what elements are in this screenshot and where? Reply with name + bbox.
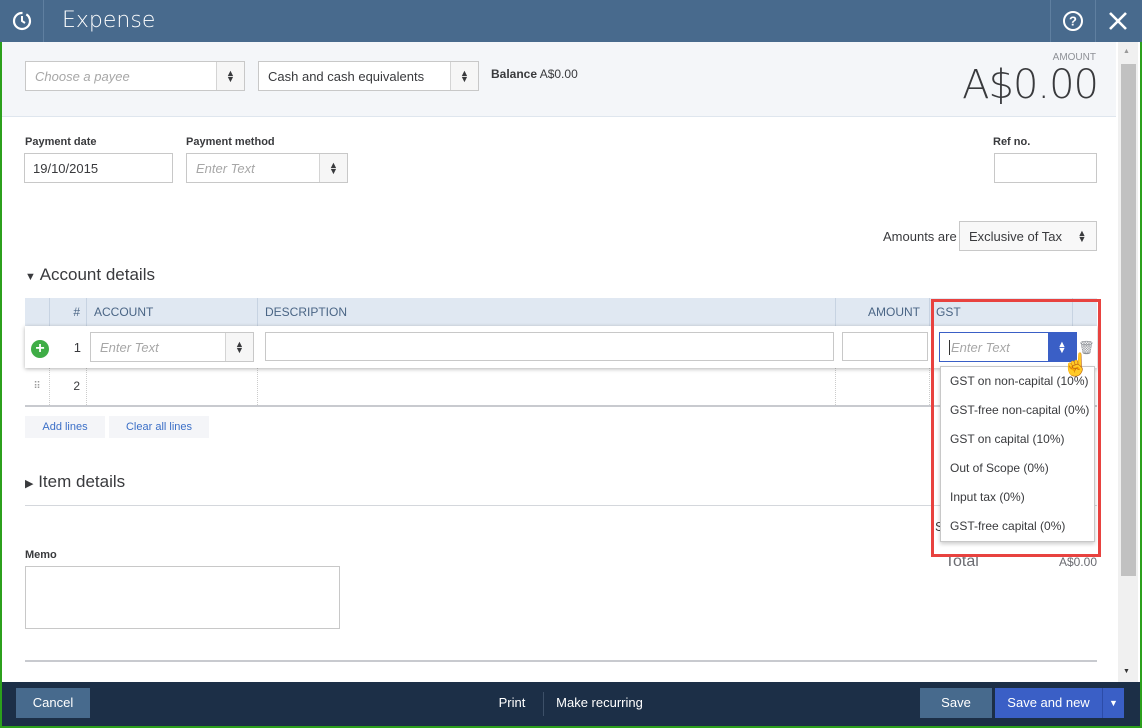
payment-date-value: 19/10/2015 [33,160,99,176]
ref-no-label: Ref no. [993,136,1031,148]
balance-value: A$0.00 [539,67,578,81]
payment-date-field[interactable]: 19/10/2015 [24,153,173,183]
payee-placeholder: Choose a payee [35,68,130,84]
account-cell[interactable] [87,368,258,405]
updown-arrow-icon: ▲ ▼ [216,62,244,90]
add-lines-button[interactable]: Add lines [25,416,105,438]
print-button[interactable]: Print [492,688,532,718]
amounts-are-label: Amounts are [883,229,957,244]
updown-arrow-icon: ▲ ▼ [1077,228,1087,244]
clear-all-lines-button[interactable]: Clear all lines [109,416,209,438]
divider [25,660,1097,662]
col-amount: AMOUNT [836,298,930,326]
scrollbar-thumb[interactable] [1121,64,1136,576]
scroll-up-icon[interactable]: ▲ [1123,48,1130,55]
amount-field[interactable] [842,332,928,361]
row-number: 2 [50,368,87,405]
memo-label: Memo [25,549,57,561]
amounts-are-select[interactable]: Exclusive of Tax ▲ ▼ [959,221,1097,251]
save-and-new-button[interactable]: Save and new [995,688,1102,718]
save-button[interactable]: Save [920,688,992,718]
account-cell-select[interactable]: Enter Text ▲ ▼ [90,332,254,362]
cancel-button[interactable]: Cancel [16,688,90,718]
account-placeholder: Enter Text [100,339,159,355]
payment-date-label: Payment date [25,136,97,148]
caret-right-icon: ▶ [25,478,34,490]
balance: Balance A$0.00 [491,67,578,81]
payment-method-label: Payment method [186,136,275,148]
scroll-down-icon[interactable]: ▼ [1123,668,1130,675]
amount-total: A$0.00 [962,62,1099,108]
hand-cursor-icon: ☝ [1062,352,1090,377]
header-bar: Expense ? [0,0,1142,42]
payment-method-select[interactable]: Enter Text ▲ ▼ [186,153,348,183]
col-account: ACCOUNT [87,298,258,326]
description-field[interactable] [265,332,834,361]
col-description: DESCRIPTION [258,298,836,326]
description-cell[interactable] [258,368,836,405]
close-icon[interactable] [1095,0,1140,42]
updown-arrow-icon: ▲ ▼ [450,62,478,90]
page-title: Expense [62,8,156,33]
highlight-box [931,299,1101,557]
amounts-are-value: Exclusive of Tax [969,228,1062,244]
chevron-down-icon[interactable]: ▼ [1102,688,1124,718]
scrollbar[interactable]: ▲ ▼ [1118,42,1138,682]
item-details-toggle[interactable]: ▶ Item details [25,472,125,492]
account-details-toggle[interactable]: ▼ Account details [25,265,155,285]
item-details-title: Item details [38,472,126,491]
add-line-icon[interactable]: + [31,340,49,358]
account-value: Cash and cash equivalents [268,68,425,84]
payment-method-placeholder: Enter Text [196,160,255,176]
ref-no-field[interactable] [994,153,1097,183]
balance-label: Balance [491,67,538,81]
payee-select[interactable]: Choose a payee ▲ ▼ [25,61,245,91]
help-circle-icon[interactable]: ? [1050,0,1095,42]
account-select[interactable]: Cash and cash equivalents ▲ ▼ [258,61,479,91]
account-details-title: Account details [39,265,155,284]
updown-arrow-icon: ▲ ▼ [319,154,347,182]
total-value: A$0.00 [1058,555,1097,569]
divider [543,692,544,716]
col-drag [25,298,50,326]
footer-bar: Cancel Print Make recurring Save Save an… [2,682,1140,726]
make-recurring-button[interactable]: Make recurring [552,688,647,718]
col-num: # [50,298,87,326]
amount-cell[interactable] [836,368,930,405]
row-number: 1 [73,340,81,355]
updown-arrow-icon: ▲ ▼ [225,333,253,361]
recurring-clock-icon[interactable] [0,0,44,42]
drag-handle-icon[interactable]: ⠿ [25,368,50,405]
memo-field[interactable] [25,566,340,629]
svg-text:?: ? [1069,14,1077,29]
caret-down-icon: ▼ [25,271,36,283]
